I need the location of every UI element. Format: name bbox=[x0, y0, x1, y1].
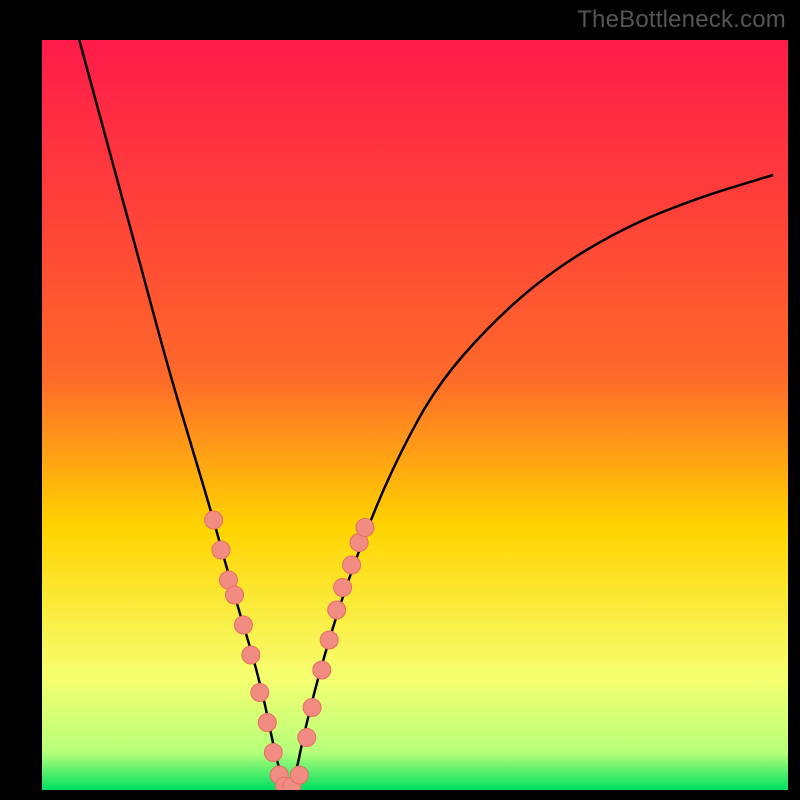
highlight-dot bbox=[205, 511, 223, 529]
highlight-dot bbox=[343, 556, 361, 574]
highlight-dot bbox=[212, 541, 230, 559]
highlight-dot bbox=[234, 616, 252, 634]
highlight-dot bbox=[264, 744, 282, 762]
chart-svg bbox=[42, 40, 788, 790]
chart-frame: TheBottleneck.com bbox=[0, 0, 800, 800]
highlight-dot bbox=[334, 579, 352, 597]
plot-area bbox=[42, 40, 788, 790]
highlight-dot bbox=[258, 714, 276, 732]
highlight-dot bbox=[328, 601, 346, 619]
highlight-dot bbox=[303, 699, 321, 717]
highlight-dot bbox=[320, 631, 338, 649]
highlight-dot bbox=[313, 661, 331, 679]
highlight-dot bbox=[251, 684, 269, 702]
highlight-dot bbox=[298, 729, 316, 747]
highlight-dot bbox=[242, 646, 260, 664]
gradient-background bbox=[42, 40, 788, 790]
highlight-dot bbox=[226, 586, 244, 604]
watermark-text: TheBottleneck.com bbox=[577, 6, 786, 34]
highlight-dot bbox=[290, 766, 308, 784]
highlight-dot bbox=[356, 519, 374, 537]
